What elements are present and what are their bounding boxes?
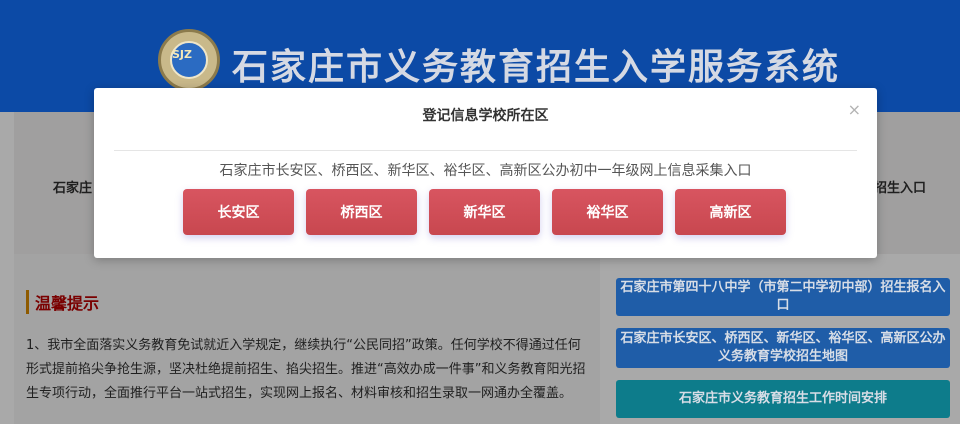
tips-body: 1、我市全面落实义务教育免试就近入学规定，继续执行“公民同招”政策。任何学校不得…: [26, 338, 586, 401]
district-button-changan[interactable]: 长安区: [183, 189, 294, 235]
modal-title: 登记信息学校所在区: [422, 108, 549, 124]
logo-mark-text: SJZ: [172, 48, 192, 61]
close-icon[interactable]: ×: [848, 100, 861, 119]
right-entry-link[interactable]: 招生入口: [874, 177, 926, 196]
district-button-gaoxin[interactable]: 高新区: [675, 189, 786, 235]
district-button-xinhua[interactable]: 新华区: [429, 189, 540, 235]
side-link-schedule[interactable]: 石家庄市义务教育招生工作时间安排: [616, 380, 950, 418]
modal-divider: [114, 150, 857, 151]
site-logo: SJZ: [158, 29, 220, 91]
modal-subtitle: 石家庄市长安区、桥西区、新华区、裕华区、高新区公办初中一年级网上信息采集入口: [219, 163, 752, 179]
district-button-qiaoxi[interactable]: 桥西区: [306, 189, 417, 235]
district-button-yuhua[interactable]: 裕华区: [552, 189, 663, 235]
district-button-row: 长安区 桥西区 新华区 裕华区 高新区: [183, 189, 786, 235]
side-link-48th-school[interactable]: 石家庄市第四十八中学（市第二中学初中部）招生报名入口: [616, 278, 950, 316]
district-select-modal: 登记信息学校所在区 × 石家庄市长安区、桥西区、新华区、裕华区、高新区公办初中一…: [94, 88, 877, 258]
tips-title: 温馨提示: [26, 290, 99, 314]
left-entry-link[interactable]: 石家庄: [53, 177, 92, 196]
site-title: 石家庄市义务教育招生入学服务系统: [232, 47, 841, 88]
side-link-enrollment-map[interactable]: 石家庄市长安区、桥西区、新华区、裕华区、高新区公办义务教育学校招生地图: [616, 328, 950, 368]
